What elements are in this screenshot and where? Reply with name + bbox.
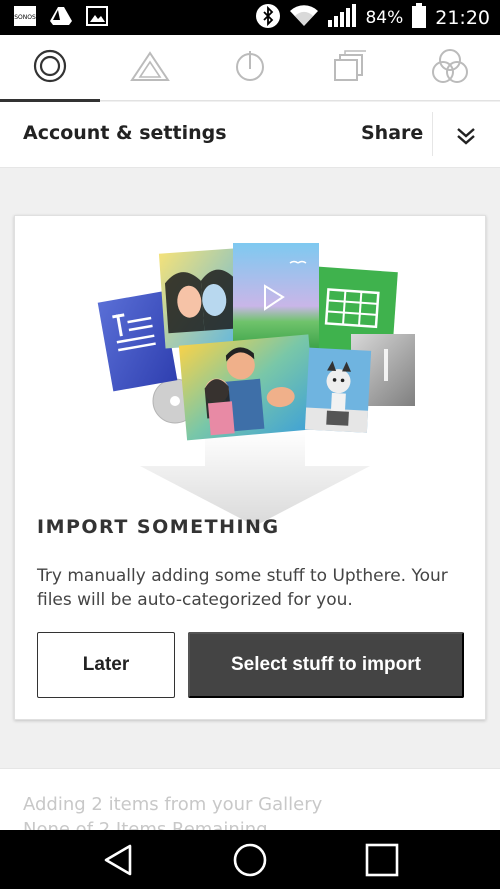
power-icon <box>233 49 267 87</box>
tab-power[interactable] <box>200 35 300 101</box>
triangle-icon <box>130 50 170 86</box>
navigation-bar <box>0 830 500 889</box>
import-progress-panel: Adding 2 items from your Gallery None of… <box>0 768 500 830</box>
select-stuff-button[interactable]: Select stuff to import <box>188 632 464 698</box>
share-button[interactable]: Share <box>361 122 423 144</box>
sonos-icon: SONOS <box>14 5 36 30</box>
battery-icon <box>411 2 427 33</box>
battery-percent: 84% <box>365 7 404 28</box>
screen: SONOS 84% 21:20 Account & settings Share… <box>0 0 500 889</box>
recent-apps-icon[interactable] <box>362 842 402 878</box>
import-heading: IMPORT SOMETHING <box>37 516 280 538</box>
import-status-text: Adding 2 items from your Gallery <box>23 794 323 815</box>
import-card: IMPORT SOMETHING Try manually adding som… <box>14 215 486 720</box>
image-icon <box>86 5 108 30</box>
tab-triangle[interactable] <box>100 35 200 101</box>
home-icon[interactable] <box>230 842 270 878</box>
wifi-icon <box>289 4 319 32</box>
header-divider <box>432 112 433 156</box>
svg-text:SONOS: SONOS <box>14 14 36 21</box>
later-button[interactable]: Later <box>37 632 175 698</box>
bluetooth-icon <box>255 3 281 33</box>
double-chevron-down-icon[interactable] <box>454 124 478 148</box>
status-bar: SONOS 84% 21:20 <box>0 0 500 35</box>
drive-icon <box>50 6 72 30</box>
remaining-status-text: None of 2 Items Remaining <box>23 819 268 830</box>
import-description: Try manually adding some stuff to Upther… <box>37 566 448 610</box>
overlap-rings-icon <box>431 48 469 88</box>
account-settings-link[interactable]: Account & settings <box>23 122 227 144</box>
signal-icon <box>327 3 357 32</box>
header: Account & settings Share <box>0 102 500 168</box>
tab-bar <box>0 35 500 102</box>
stack-icon <box>333 50 367 86</box>
tab-circle[interactable] <box>0 35 100 102</box>
tab-rings[interactable] <box>400 35 500 101</box>
circle-ring-icon <box>32 48 68 88</box>
tab-stack[interactable] <box>300 35 400 101</box>
back-icon[interactable] <box>98 842 138 878</box>
import-illustration <box>95 241 423 531</box>
clock: 21:20 <box>435 6 490 29</box>
